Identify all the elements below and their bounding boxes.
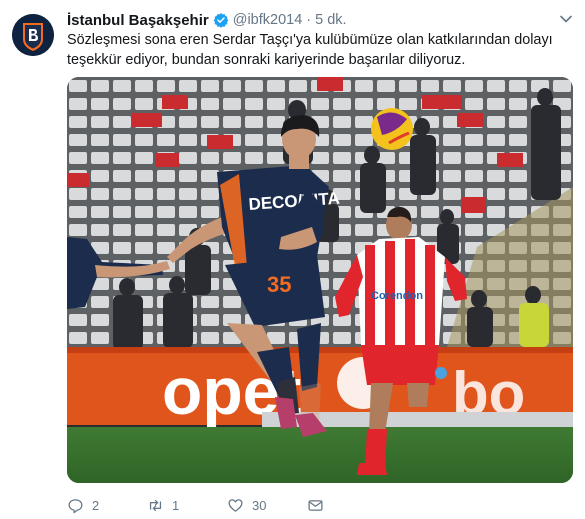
tweet-text-line: teşekkür ediyor, bundan sonraki kariyeri… bbox=[67, 52, 466, 68]
separator-dot: · bbox=[306, 12, 312, 28]
tweet-timestamp[interactable]: 5 dk. bbox=[315, 12, 346, 28]
retweet-count: 1 bbox=[172, 497, 180, 513]
tweet-text: Sözleşmesi sona eren Serdar Taşçı'ya kul… bbox=[67, 30, 572, 70]
tweet-header: İstanbul Başakşehir @ibfk2014 · 5 dk. bbox=[67, 10, 545, 30]
heart-icon bbox=[228, 498, 243, 512]
envelope-icon bbox=[308, 499, 323, 511]
chevron-down-icon[interactable] bbox=[559, 12, 573, 26]
verified-badge-icon bbox=[213, 13, 229, 28]
tweet-actions: 2 1 30 bbox=[67, 494, 387, 516]
club-logo-icon bbox=[12, 14, 54, 56]
opponent-sponsor: Corendon bbox=[371, 290, 423, 302]
direct-message-button[interactable] bbox=[307, 494, 324, 516]
author-name[interactable]: İstanbul Başakşehir bbox=[67, 12, 209, 29]
author-handle[interactable]: @ibfk2014 bbox=[233, 12, 303, 28]
jersey-number: 35 bbox=[267, 272, 291, 297]
tweet-photo[interactable]: opet bo DECO/VITA 35 Corendon bbox=[67, 77, 573, 483]
retweet-icon bbox=[149, 499, 162, 511]
like-button[interactable]: 30 bbox=[227, 494, 266, 516]
reply-button[interactable]: 2 bbox=[67, 494, 99, 516]
reply-count: 2 bbox=[92, 497, 100, 513]
reply-icon bbox=[68, 498, 83, 513]
like-count: 30 bbox=[252, 497, 267, 513]
football-ball bbox=[371, 108, 413, 150]
tweet-text-line: Sözleşmesi sona eren Serdar Taşçı'ya kul… bbox=[67, 32, 553, 48]
retweet-button[interactable]: 1 bbox=[147, 494, 179, 516]
avatar[interactable] bbox=[12, 14, 54, 56]
football-header-photo: opet bo DECO/VITA 35 Corendon bbox=[67, 77, 573, 483]
